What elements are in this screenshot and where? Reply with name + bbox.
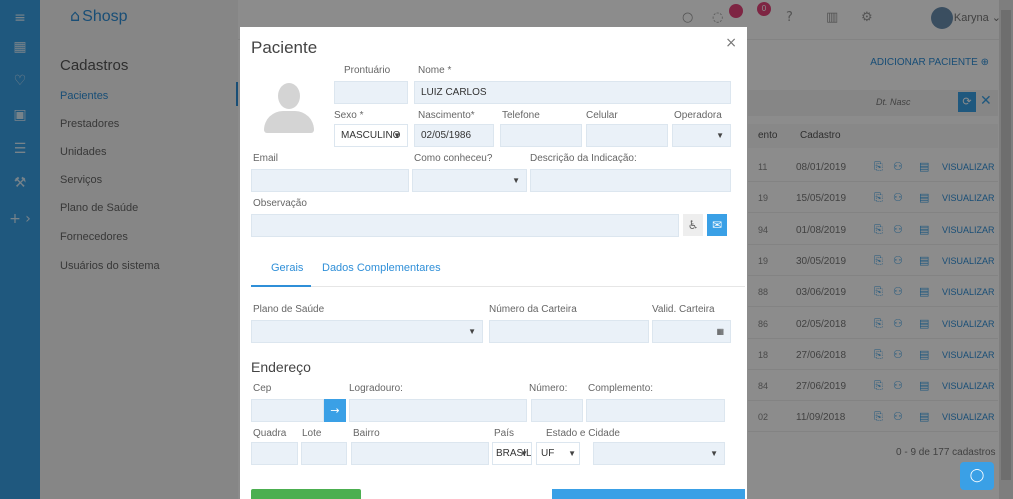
label-pais: País — [494, 428, 515, 439]
envelope-button[interactable]: ✉ — [707, 214, 727, 236]
label-observacao: Observação — [253, 198, 307, 209]
tab-divider — [251, 286, 745, 287]
operadora-select[interactable]: ▼ — [672, 124, 731, 147]
close-icon[interactable]: × — [725, 35, 737, 51]
logradouro-field[interactable] — [349, 399, 527, 422]
label-logradouro: Logradouro: — [349, 383, 403, 394]
prontuario-field[interactable] — [334, 81, 408, 104]
patient-photo[interactable] — [260, 77, 318, 135]
chevron-down-icon: ▼ — [568, 449, 576, 458]
label-descricao: Descrição da Indicação: — [530, 153, 637, 164]
quadra-field[interactable] — [251, 442, 298, 465]
label-numero-carteira: Número da Carteira — [489, 304, 577, 315]
calendar-icon[interactable]: ▦ — [716, 321, 724, 342]
complemento-field[interactable] — [586, 399, 725, 422]
telefone-field[interactable] — [500, 124, 582, 147]
tab-dados-complementares[interactable]: Dados Complementares — [322, 262, 441, 274]
numero-field[interactable] — [531, 399, 583, 422]
tab-gerais[interactable]: Gerais — [271, 262, 303, 274]
chat-button[interactable]: ◯ — [960, 462, 994, 490]
label-como-conheceu: Como conheceu? — [414, 153, 493, 164]
chevron-down-icon: ▼ — [710, 449, 718, 458]
valid-carteira-field[interactable]: ▦ — [652, 320, 731, 343]
celular-field[interactable] — [586, 124, 668, 147]
label-nome: Nome * — [418, 65, 452, 76]
action-toolbar[interactable] — [552, 489, 745, 499]
label-complemento: Complemento: — [588, 383, 654, 394]
plano-select[interactable]: ▼ — [251, 320, 483, 343]
label-cep: Cep — [253, 383, 272, 394]
label-celular: Celular — [586, 110, 618, 121]
avatar-placeholder-body — [264, 111, 314, 133]
label-lote: Lote — [302, 428, 322, 439]
chevron-down-icon: ▼ — [512, 176, 520, 185]
save-button[interactable] — [251, 489, 361, 499]
numero-carteira-field[interactable] — [489, 320, 649, 343]
label-plano: Plano de Saúde — [253, 304, 325, 315]
label-valid-carteira: Valid. Carteira — [652, 304, 715, 315]
chevron-down-icon: ▼ — [393, 131, 401, 140]
label-bairro: Bairro — [353, 428, 380, 439]
accessibility-icon[interactable]: ♿ — [683, 214, 703, 236]
observacao-field[interactable] — [251, 214, 679, 237]
section-endereco: Endereço — [251, 359, 311, 375]
email-field[interactable] — [251, 169, 409, 192]
cep-search-button[interactable]: → — [324, 399, 346, 422]
como-conheceu-select[interactable]: ▼ — [412, 169, 527, 192]
patient-modal: Paciente × Prontuário Nome * LUIZ CARLOS… — [240, 27, 747, 499]
label-prontuario: Prontuário — [344, 65, 391, 76]
label-operadora: Operadora — [674, 110, 722, 121]
label-telefone: Telefone — [502, 110, 540, 121]
active-tab-indicator — [251, 285, 311, 287]
chevron-down-icon: ▼ — [716, 131, 724, 140]
uf-select[interactable]: UF ▼ — [536, 442, 580, 465]
cidade-select[interactable]: ▼ — [593, 442, 725, 465]
avatar-placeholder-head — [278, 83, 300, 109]
label-nascimento: Nascimento* — [418, 110, 475, 121]
modal-title: Paciente — [251, 38, 318, 57]
label-email: Email — [253, 153, 279, 164]
lote-field[interactable] — [301, 442, 347, 465]
chevron-down-icon: ▼ — [520, 449, 528, 458]
sexo-select[interactable]: MASCULINO ▼ — [334, 124, 408, 147]
bairro-field[interactable] — [351, 442, 489, 465]
pais-select[interactable]: BRASIL ▼ — [492, 442, 532, 465]
nascimento-field[interactable]: 02/05/1986 — [414, 124, 494, 147]
descricao-field[interactable] — [530, 169, 731, 192]
label-sexo: Sexo * — [334, 110, 364, 121]
label-quadra: Quadra — [253, 428, 287, 439]
label-estado-cidade: Estado e Cidade — [546, 428, 620, 439]
label-numero: Número: — [529, 383, 568, 394]
cep-field[interactable] — [251, 399, 324, 422]
chevron-down-icon: ▼ — [468, 327, 476, 336]
nome-field[interactable]: LUIZ CARLOS — [414, 81, 731, 104]
